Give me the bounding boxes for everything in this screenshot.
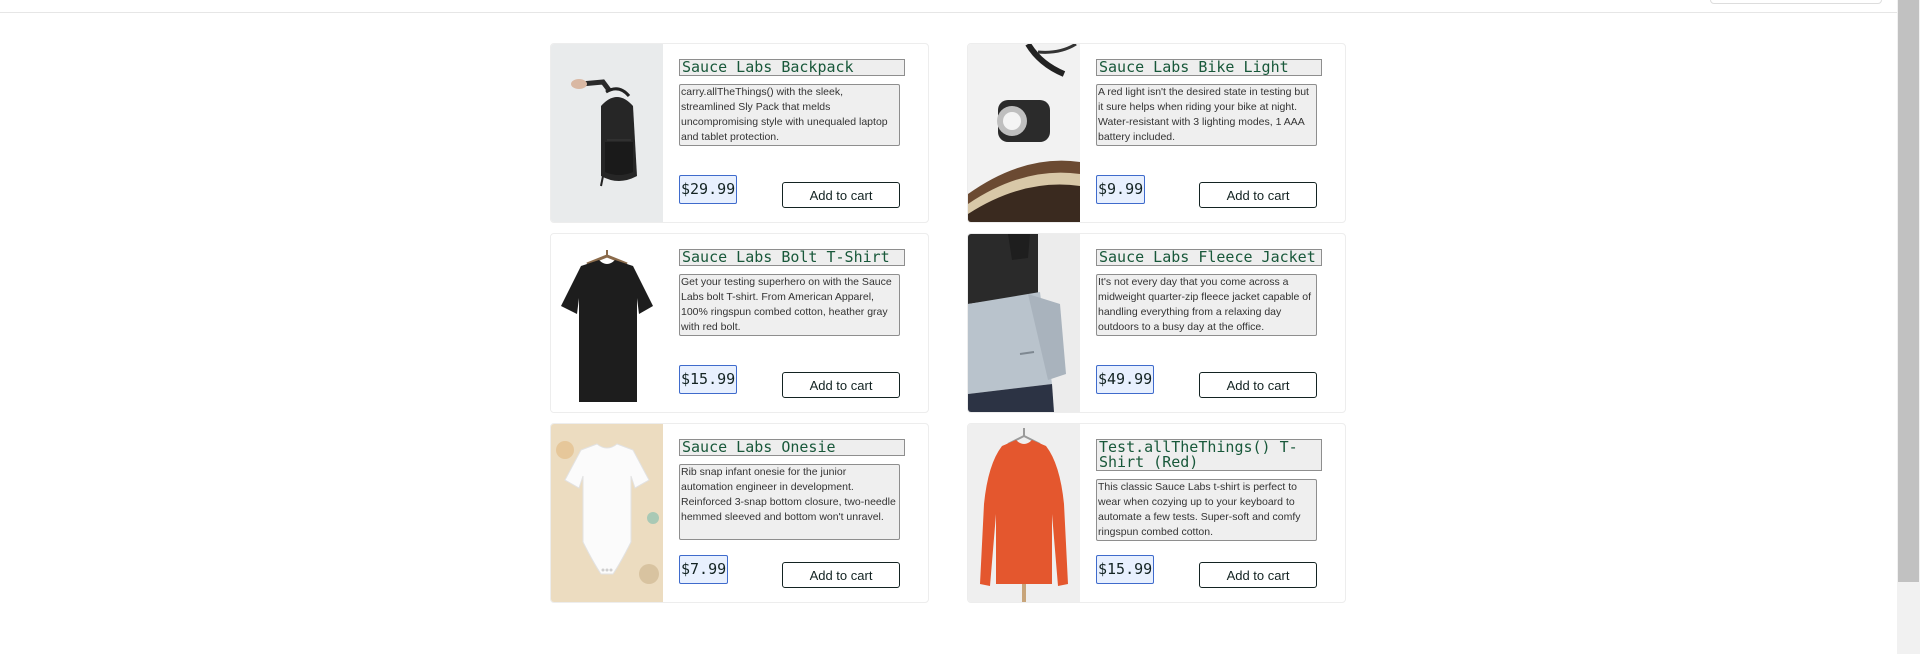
product-image-bike-light[interactable]	[968, 44, 1080, 222]
product-name[interactable]: Test.allTheThings() T-Shirt (Red)	[1096, 439, 1322, 471]
inventory-item: Sauce Labs Onesie Rib snap infant onesie…	[550, 423, 929, 603]
product-name[interactable]: Sauce Labs Fleece Jacket	[1096, 249, 1322, 266]
add-to-cart-button[interactable]: Add to cart	[1199, 562, 1317, 588]
product-description: Rib snap infant onesie for the junior au…	[679, 464, 900, 540]
product-image-backpack[interactable]	[551, 44, 663, 222]
inventory-item: Test.allTheThings() T-Shirt (Red) This c…	[967, 423, 1346, 603]
product-name[interactable]: Sauce Labs Bolt T-Shirt	[679, 249, 905, 266]
scrollbar-thumb[interactable]	[1898, 0, 1919, 582]
inventory-item: Sauce Labs Fleece Jacket It's not every …	[967, 233, 1346, 413]
product-price: $29.99	[679, 175, 738, 204]
product-image-red-t-shirt[interactable]	[968, 424, 1080, 602]
product-description: A red light isn't the desired state in t…	[1096, 84, 1317, 146]
product-price: $15.99	[1096, 555, 1155, 584]
add-to-cart-button[interactable]: Add to cart	[782, 182, 900, 208]
add-to-cart-button[interactable]: Add to cart	[1199, 182, 1317, 208]
product-name[interactable]: Sauce Labs Onesie	[679, 439, 905, 456]
product-name[interactable]: Sauce Labs Bike Light	[1096, 59, 1322, 76]
add-to-cart-button[interactable]: Add to cart	[1199, 372, 1317, 398]
inventory-item: Sauce Labs Bolt T-Shirt Get your testing…	[550, 233, 929, 413]
inventory-item: Sauce Labs Bike Light A red light isn't …	[967, 43, 1346, 223]
inventory-list: Sauce Labs Backpack carry.allTheThings()…	[550, 43, 1346, 603]
product-image-fleece-jacket[interactable]	[968, 234, 1080, 412]
product-price: $15.99	[679, 365, 738, 394]
product-description: carry.allTheThings() with the sleek, str…	[679, 84, 900, 146]
product-description: It's not every day that you come across …	[1096, 274, 1317, 336]
product-image-onesie[interactable]	[551, 424, 663, 602]
sort-dropdown[interactable]	[1710, 0, 1882, 4]
product-price: $9.99	[1096, 175, 1146, 204]
inventory-item: Sauce Labs Backpack carry.allTheThings()…	[550, 43, 929, 223]
product-price: $49.99	[1096, 365, 1155, 394]
product-price: $7.99	[679, 555, 729, 584]
header-bar	[0, 0, 1897, 13]
add-to-cart-button[interactable]: Add to cart	[782, 372, 900, 398]
product-description: Get your testing superhero on with the S…	[679, 274, 900, 336]
product-description: This classic Sauce Labs t-shirt is perfe…	[1096, 479, 1317, 541]
add-to-cart-button[interactable]: Add to cart	[782, 562, 900, 588]
product-name[interactable]: Sauce Labs Backpack	[679, 59, 905, 76]
product-image-bolt-t-shirt[interactable]	[551, 234, 663, 412]
